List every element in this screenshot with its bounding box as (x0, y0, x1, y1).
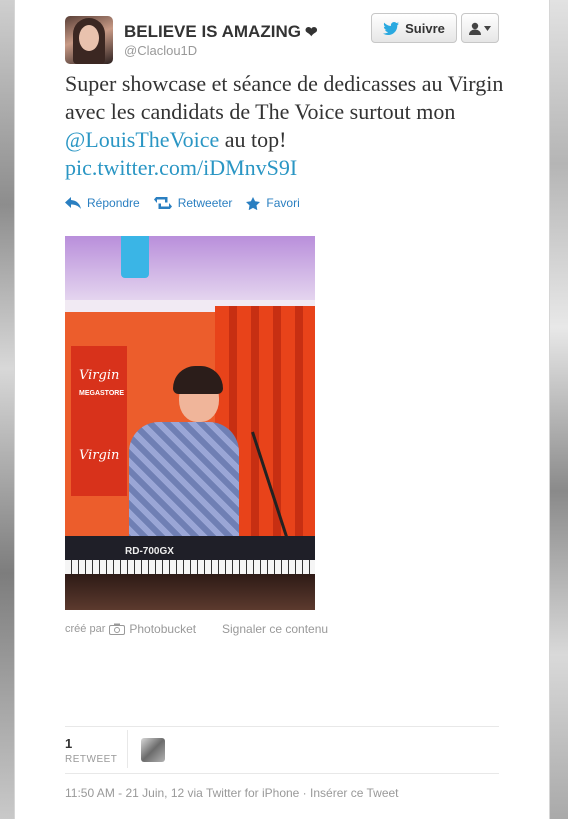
user-avatar[interactable] (65, 16, 113, 64)
star-icon (246, 196, 261, 210)
photo-ceiling (65, 236, 315, 304)
banner-text-2: MEGASTORE (79, 390, 124, 397)
photo-virgin-banner: Virgin MEGASTORE Virgin (71, 346, 127, 496)
background-photo-right (550, 0, 568, 819)
stats-divider-bottom (65, 773, 499, 774)
reply-label: Répondre (87, 196, 140, 210)
stats-divider-top (65, 726, 499, 727)
heart-icon: ❤ (304, 24, 318, 41)
avatar-face (79, 25, 99, 51)
twitter-bird-icon (383, 21, 400, 35)
reply-action[interactable]: Répondre (65, 196, 140, 210)
retweet-count-label: RETWEET (65, 754, 118, 765)
created-by-label: créé par (65, 623, 106, 635)
tweet-timestamp[interactable]: 11:50 AM - 21 Juin, 12 via Twitter for i… (65, 786, 399, 800)
photo-keyboard-keys (65, 560, 315, 574)
background-photo-left (0, 0, 14, 819)
report-content-link[interactable]: Signaler ce contenu (222, 622, 328, 636)
display-name-text: BELIEVE IS AMAZING (124, 22, 301, 41)
user-actions-button[interactable] (461, 13, 499, 43)
retweet-icon (153, 197, 172, 209)
banner-text-1: Virgin (79, 368, 120, 383)
photo-lamp (121, 236, 149, 278)
banner-text-3: Virgin (79, 448, 120, 463)
tweet-text: Super showcase et séance de dedicasses a… (65, 70, 505, 182)
user-icon (469, 22, 481, 35)
follow-button[interactable]: Suivre (371, 13, 457, 43)
favorite-action[interactable]: Favori (246, 196, 300, 210)
photo-performer-body (129, 422, 239, 542)
photo-attribution: créé par Photobucket (65, 622, 196, 636)
photo-crowd (65, 574, 315, 610)
follow-label: Suivre (405, 20, 445, 36)
tweet-text-part-1: Super showcase et séance de dedicasses a… (65, 71, 504, 124)
camera-icon (109, 623, 126, 635)
retweeter-avatar[interactable] (141, 738, 165, 762)
user-handle[interactable]: @Claclou1D (124, 43, 197, 58)
caret-down-icon (484, 25, 491, 31)
mention-link[interactable]: @LouisTheVoice (65, 127, 219, 152)
retweet-action[interactable]: Retweeter (153, 196, 233, 210)
retweet-count[interactable]: 1 (65, 736, 72, 751)
tweet-text-part-2: au top! (219, 127, 287, 152)
tweet-actions: Répondre Retweeter Favori (65, 196, 300, 210)
stats-separator (127, 730, 128, 768)
tweet-photo[interactable]: Virgin MEGASTORE Virgin RD-700GX (65, 236, 315, 610)
keyboard-label: RD-700GX (125, 546, 174, 557)
retweet-label: Retweeter (177, 196, 233, 210)
favorite-label: Favori (266, 196, 300, 210)
tweet-card: BELIEVE IS AMAZING ❤ @Claclou1D Suivre Su… (14, 0, 550, 819)
media-link[interactable]: pic.twitter.com/iDMnvS9I (65, 155, 297, 180)
reply-icon (65, 197, 81, 209)
user-display-name[interactable]: BELIEVE IS AMAZING ❤ (124, 22, 318, 42)
photobucket-link[interactable]: Photobucket (129, 622, 196, 636)
